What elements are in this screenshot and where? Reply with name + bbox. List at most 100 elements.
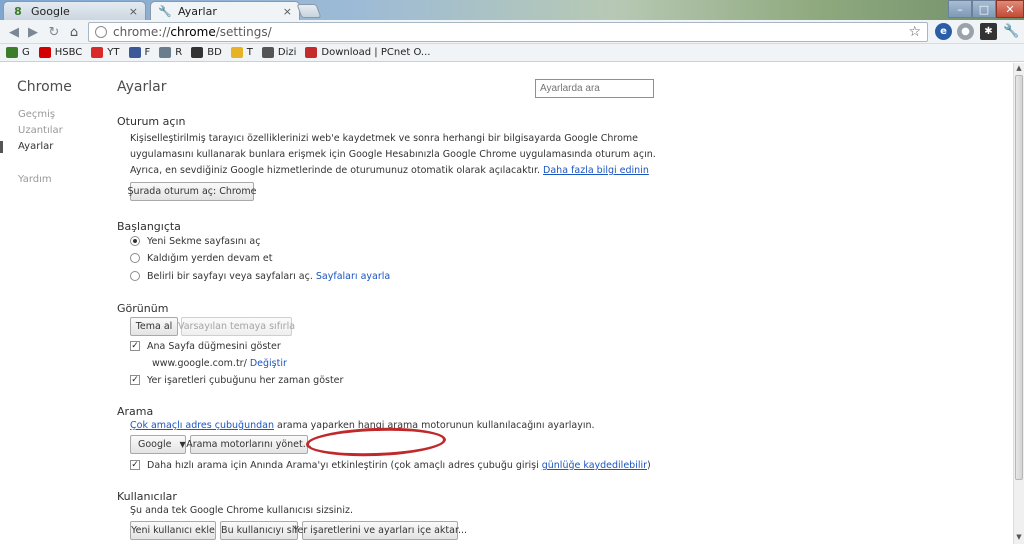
instant-close: ) <box>647 460 651 471</box>
checkbox-instant[interactable]: ✓ <box>130 460 140 470</box>
radio-continue[interactable] <box>130 253 140 263</box>
bookmark-label: R <box>175 47 183 58</box>
star-icon[interactable]: ☆ <box>908 24 921 40</box>
scroll-up-icon[interactable]: ▲ <box>1014 63 1024 74</box>
google-favicon-icon: 8 <box>14 4 22 18</box>
users-description: Şu anda tek Google Chrome kullanıcısı si… <box>130 505 353 516</box>
bookmark-favicon-icon <box>91 47 104 58</box>
settings-search-input[interactable] <box>535 79 654 98</box>
close-window-button[interactable]: ✕ <box>996 0 1024 18</box>
checkbox-instant-label: Daha hızlı arama için Anında Arama'yı et… <box>147 460 651 471</box>
tab-title: Google <box>31 4 70 18</box>
bookmark-favicon-icon <box>230 47 243 58</box>
radio-specific-pages[interactable] <box>130 271 140 281</box>
bookmark-item[interactable]: Download | PCnet O... <box>305 47 430 58</box>
instant-log-link[interactable]: günlüğe kaydedilebilir <box>542 460 647 471</box>
sidebar-selection-indicator <box>0 141 3 153</box>
radio-specific-pages-text: Belirli bir sayfayı veya sayfaları aç. <box>147 271 313 282</box>
extension-1-icon[interactable]: e <box>935 23 952 40</box>
bookmark-item[interactable]: YT <box>91 47 120 58</box>
search-engine-value: Google <box>138 439 172 450</box>
learn-more-link[interactable]: Daha fazla bilgi edinin <box>543 165 649 176</box>
add-user-button[interactable]: Yeni kullanıcı ekle <box>130 521 216 540</box>
reload-icon[interactable]: ↻ <box>46 24 62 40</box>
checkbox-show-home-label: Ana Sayfa düğmesini göster <box>147 341 281 352</box>
vertical-scrollbar[interactable]: ▲ ▼ <box>1013 63 1024 544</box>
minimize-button[interactable]: – <box>948 0 972 18</box>
radio-new-tab-label: Yeni Sekme sayfasını aç <box>147 236 261 247</box>
tab-settings[interactable]: 🔧 Ayarlar × <box>150 1 300 21</box>
scroll-down-icon[interactable]: ▼ <box>1014 532 1024 543</box>
scrollbar-thumb[interactable] <box>1015 75 1023 480</box>
bookmark-item[interactable]: HSBC <box>38 47 83 58</box>
get-themes-button[interactable]: Tema al <box>130 317 178 336</box>
checkbox-show-bookmarks-label: Yer işaretleri çubuğunu her zaman göster <box>147 375 344 386</box>
page-icon <box>95 26 107 38</box>
bookmark-item[interactable]: F <box>128 47 151 58</box>
bookmark-favicon-icon <box>305 47 318 58</box>
manage-search-engines-button[interactable]: Arama motorlarını yönet... <box>186 435 312 454</box>
bookmark-favicon-icon <box>38 47 51 58</box>
sidebar-item-settings[interactable]: Ayarlar <box>18 141 53 152</box>
signin-text-line2: uygulamasını kullanarak bunlara erişmek … <box>130 149 656 160</box>
url-prefix: chrome:// <box>113 25 171 39</box>
bookmark-label: HSBC <box>54 47 83 58</box>
section-heading-signin: Oturum açın <box>117 115 186 128</box>
sidebar-item-help[interactable]: Yardım <box>18 174 52 185</box>
change-home-link[interactable]: Değiştir <box>250 358 287 369</box>
bookmark-label: Download | PCnet O... <box>321 47 431 58</box>
bookmark-item[interactable]: T <box>230 47 253 58</box>
signin-text-line1: Kişiselleştirilmiş tarayıcı özelliklerin… <box>130 133 639 144</box>
checkbox-show-home[interactable]: ✓ <box>130 341 140 351</box>
bookmark-label: G <box>22 47 30 58</box>
url-host: chrome <box>170 25 216 39</box>
bookmark-item[interactable]: BD <box>191 47 222 58</box>
set-pages-link[interactable]: Sayfaları ayarla <box>316 271 390 282</box>
home-icon[interactable]: ⌂ <box>66 24 82 40</box>
signin-text-line3-body: Ayrıca, en sevdiğiniz Google hizmetlerin… <box>130 165 540 176</box>
search-engine-select[interactable]: Google ▼ <box>130 435 186 454</box>
bookmark-favicon-icon <box>6 47 18 58</box>
close-tab-icon[interactable]: × <box>129 5 138 18</box>
bookmark-favicon-icon <box>159 47 172 58</box>
checkbox-show-bookmarks[interactable]: ✓ <box>130 375 140 385</box>
tab-google[interactable]: 8 Google × <box>3 1 146 20</box>
signin-button[interactable]: Şurada oturum aç: Chrome <box>128 182 256 201</box>
browser-toolbar: ◀ ▶ ↻ ⌂ chrome://chrome/settings/ ☆ e ● … <box>0 20 1024 44</box>
bookmark-item[interactable]: G <box>6 47 30 58</box>
omnibox[interactable]: chrome://chrome/settings/ ☆ <box>88 22 928 42</box>
forward-arrow-icon[interactable]: ▶ <box>25 24 41 40</box>
back-arrow-icon[interactable]: ◀ <box>6 24 22 40</box>
bookmark-item[interactable]: Dizi <box>261 47 296 58</box>
sidebar-item-extensions[interactable]: Uzantılar <box>18 125 63 136</box>
section-heading-appearance: Görünüm <box>117 302 169 315</box>
section-heading-search: Arama <box>117 405 154 418</box>
radio-new-tab[interactable] <box>130 236 140 246</box>
wrench-menu-icon[interactable]: 🔧 <box>1003 23 1020 40</box>
search-description-rest: arama yaparken hangi arama motorunun kul… <box>274 420 595 431</box>
omnibox-link[interactable]: Çok amaçlı adres çubuğundan <box>130 420 274 431</box>
bookmark-label: BD <box>207 47 222 58</box>
dropdown-arrow-icon: ▼ <box>179 440 186 449</box>
bookmark-item[interactable]: R <box>159 47 182 58</box>
bookmark-label: YT <box>107 47 120 58</box>
sidebar-item-history[interactable]: Geçmiş <box>18 109 55 120</box>
section-heading-startup: Başlangıçta <box>117 220 181 233</box>
home-url: www.google.com.tr/ <box>152 358 247 369</box>
new-tab-button[interactable] <box>296 4 322 18</box>
bookmark-favicon-icon <box>261 47 274 58</box>
extension-3-icon[interactable]: ✱ <box>980 23 997 40</box>
bookmark-label: F <box>144 47 151 58</box>
delete-user-button[interactable]: Bu kullanıcıyı sil <box>220 521 298 540</box>
maximize-button[interactable]: □ <box>972 0 996 18</box>
extension-2-icon[interactable]: ● <box>957 23 974 40</box>
page-title: Ayarlar <box>117 79 167 95</box>
close-tab-icon[interactable]: × <box>283 5 292 18</box>
wrench-icon: 🔧 <box>158 5 172 18</box>
import-bookmarks-button[interactable]: Yer işaretlerini ve ayarları içe aktar..… <box>293 521 467 540</box>
tab-strip: 8 Google × 🔧 Ayarlar × – □ ✕ <box>0 0 1024 21</box>
reset-theme-button[interactable]: Varsayılan temaya sıfırla <box>178 317 295 336</box>
bookmark-favicon-icon <box>191 47 204 58</box>
tab-title: Ayarlar <box>178 5 217 18</box>
bookmark-favicon-icon <box>128 47 141 58</box>
